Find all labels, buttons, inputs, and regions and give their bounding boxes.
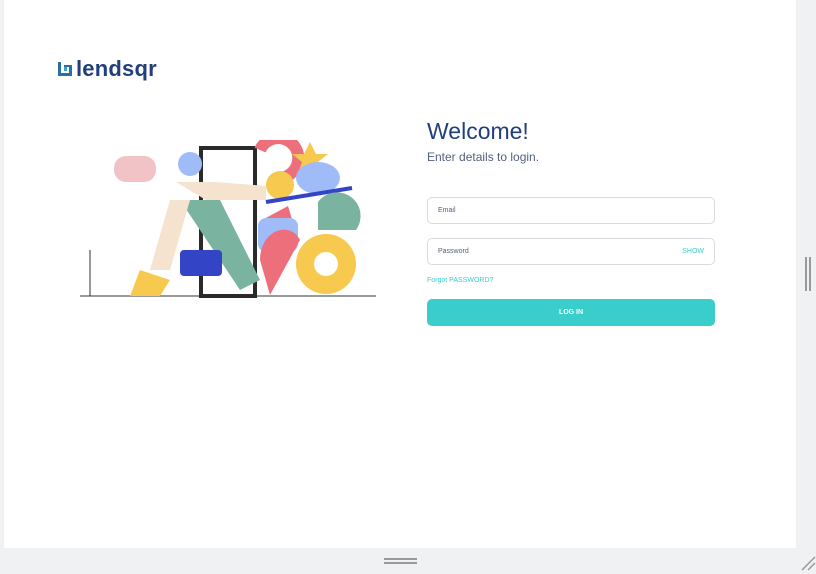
forgot-password-link[interactable]: Forgot PASSWORD? [427,277,493,284]
login-page: lendsqr Welcome! Enter details to login.… [4,0,796,548]
welcome-title: Welcome! [427,118,529,144]
lendsqr-logo-icon [58,62,72,76]
logo: lendsqr [57,56,157,82]
horizontal-resize-handle[interactable] [384,558,417,564]
resize-grip-icon[interactable] [800,555,816,571]
password-placeholder: Password [438,248,469,255]
show-password-button[interactable]: SHOW [682,248,704,255]
login-illustration [80,140,376,298]
password-input[interactable]: Password SHOW [427,238,715,265]
login-button[interactable]: LOG IN [427,299,715,326]
brand-name: lendsqr [76,56,157,81]
login-subtitle: Enter details to login. [427,150,540,164]
email-input[interactable]: Email [427,197,715,224]
vertical-resize-handle[interactable] [805,257,811,291]
email-placeholder: Email [438,207,456,214]
